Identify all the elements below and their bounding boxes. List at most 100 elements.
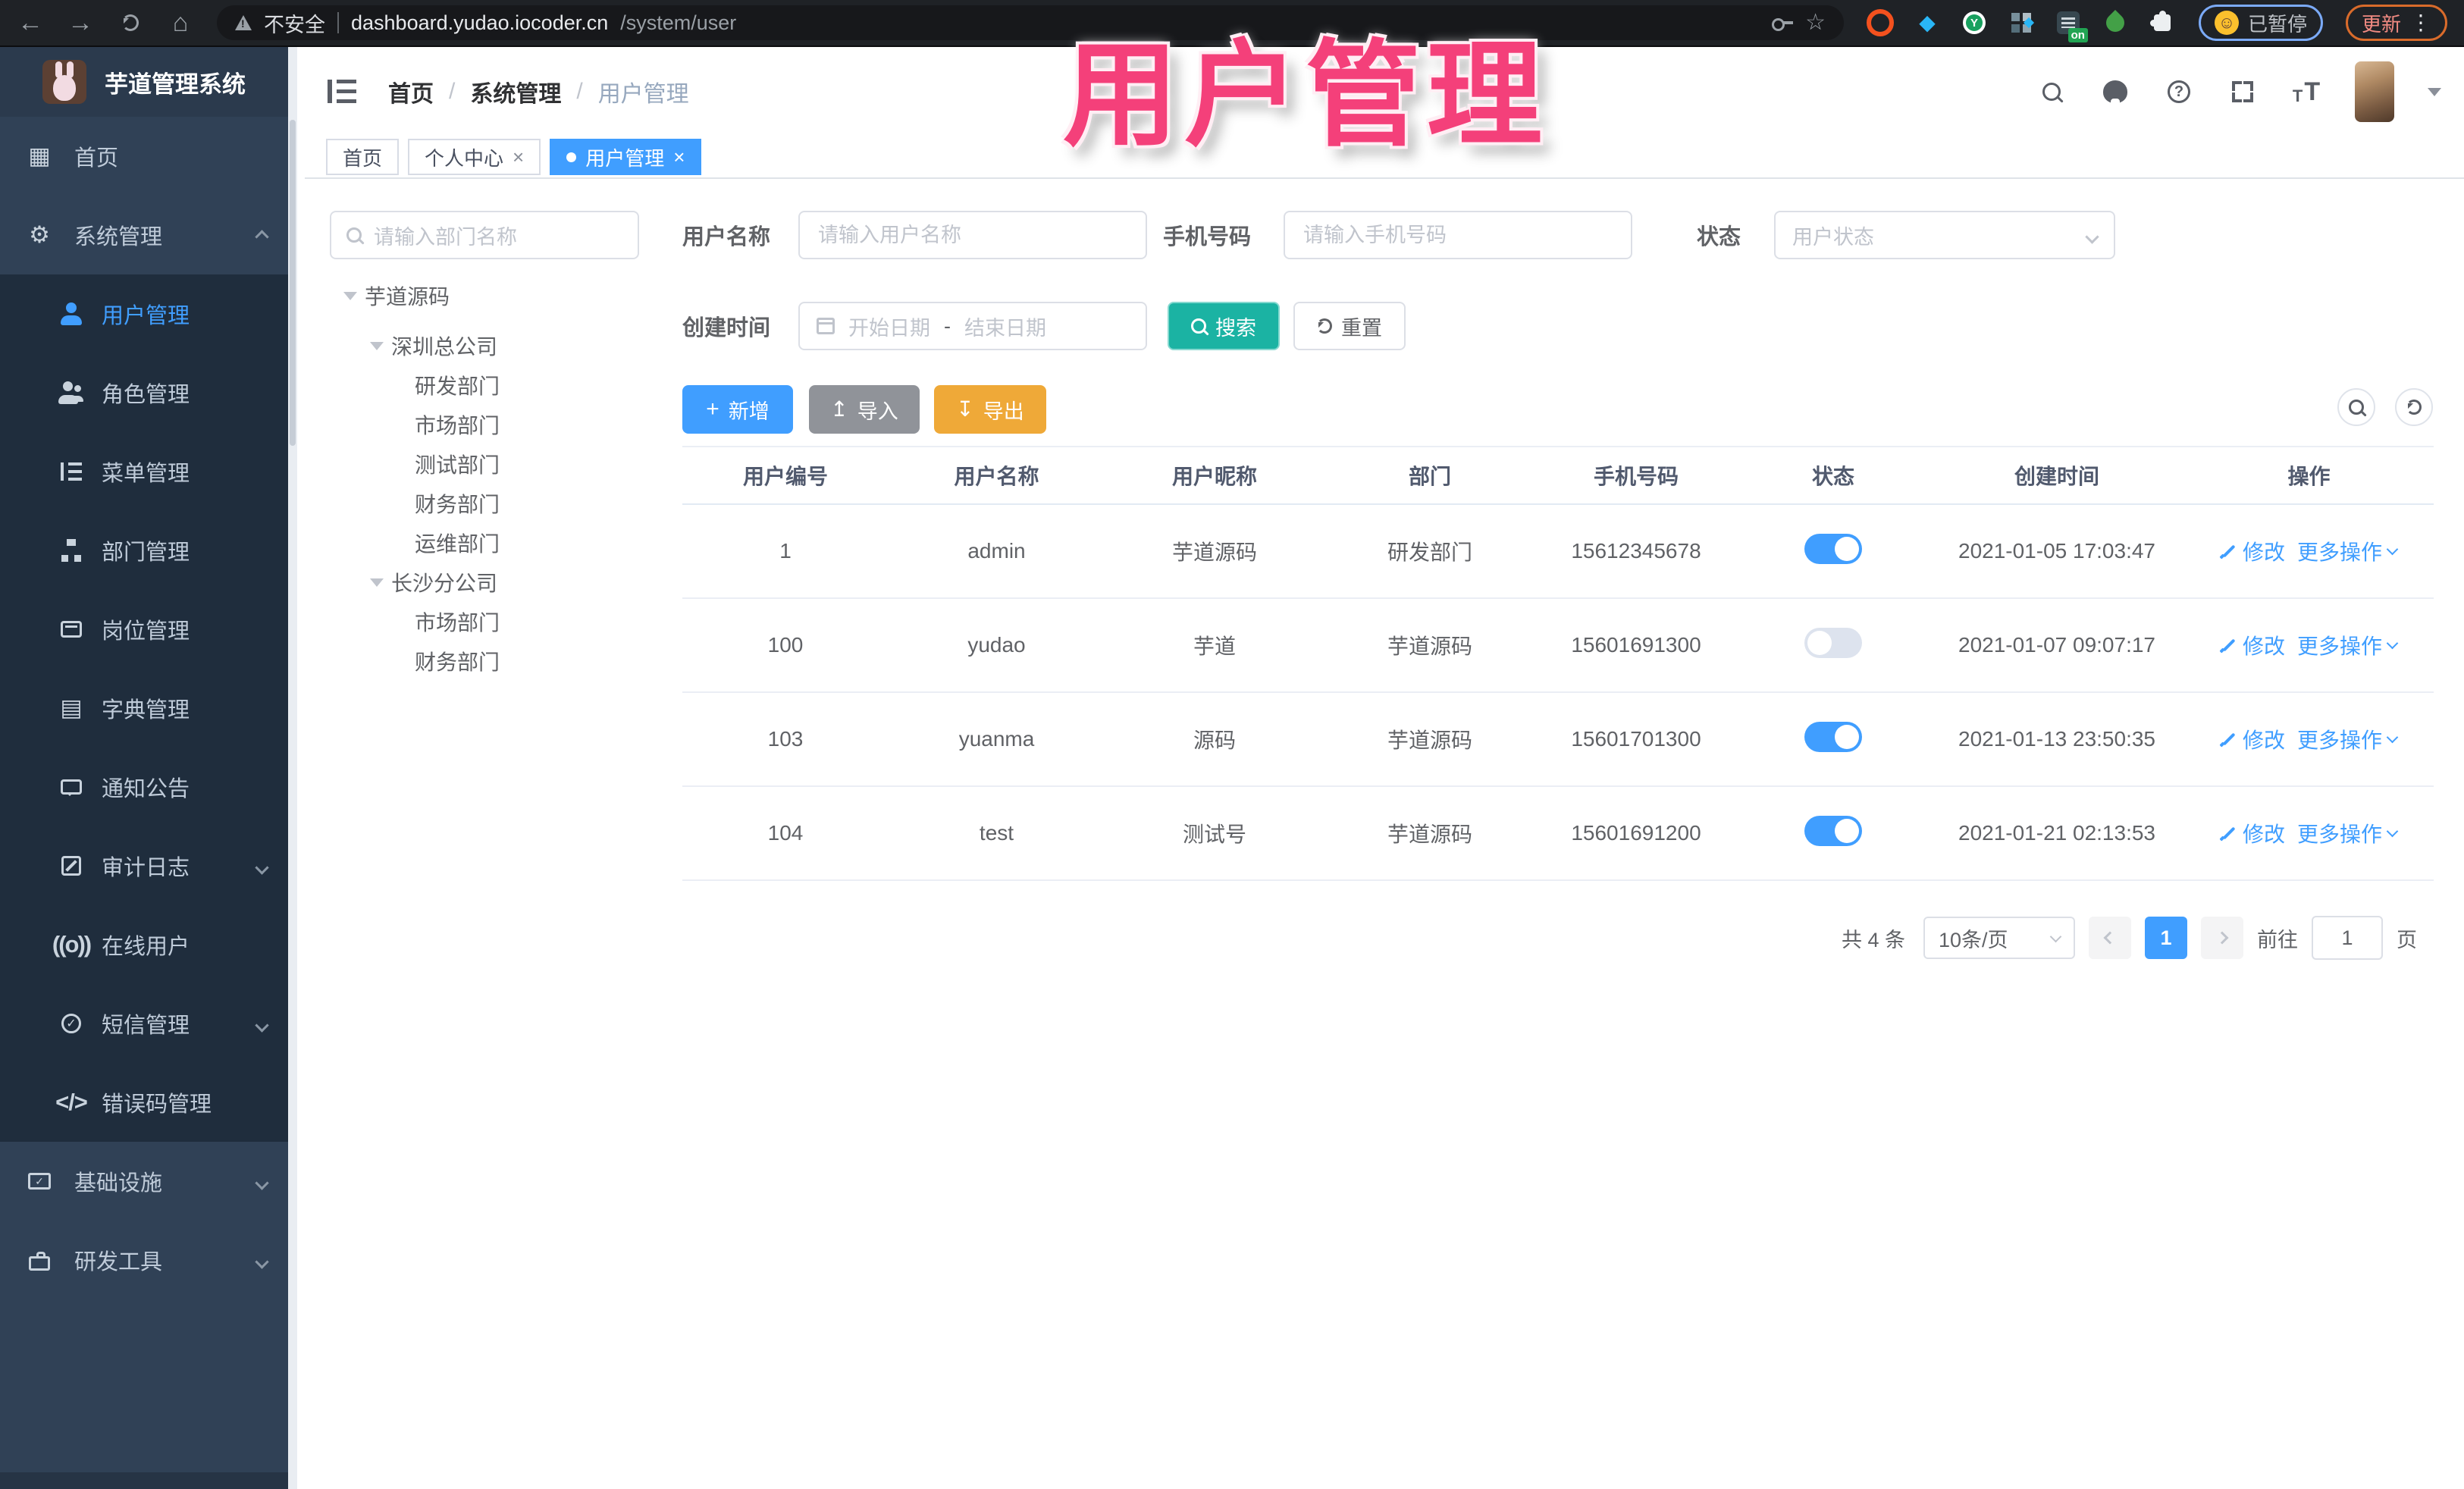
extension-green-circle-icon[interactable]: Y [1961,9,1988,36]
sidebar-item-system[interactable]: ⚙ 系统管理 [0,196,288,274]
dept-search-input[interactable]: 请输入部门名称 [330,211,639,259]
status-toggle[interactable] [1804,533,1862,564]
avatar-caret-icon[interactable] [2428,87,2441,96]
status-toggle[interactable] [1804,815,1862,846]
tree-caret-icon[interactable] [343,291,357,300]
sidebar-item-notice[interactable]: 通知公告 [0,748,288,826]
sidebar-item-dict-mgmt[interactable]: ▤ 字典管理 [0,669,288,748]
tree-caret-icon[interactable] [370,578,384,587]
sidebar-item-dev-tools[interactable]: 研发工具 [0,1221,288,1299]
reload-icon[interactable] [117,9,144,36]
more-actions-link[interactable]: 更多操作 [2297,818,2399,848]
fullscreen-icon[interactable] [2227,77,2258,107]
breadcrumb-system[interactable]: 系统管理 [470,75,561,108]
tree-node[interactable]: 测试部门 [330,444,648,484]
edit-link[interactable]: 修改 [2221,724,2285,754]
sidebar-collapse-bar[interactable] [0,1472,288,1489]
sidebar-item-role-mgmt[interactable]: 角色管理 [0,353,288,432]
kebab-menu-icon[interactable]: ⋮ [2410,12,2431,33]
browser-update-button[interactable]: 更新 ⋮ [2345,5,2447,41]
more-actions-link[interactable]: 更多操作 [2297,536,2399,566]
extension-list-icon[interactable]: on [2055,9,2088,42]
bookmark-star-icon[interactable]: ☆ [1805,11,1826,34]
sidebar-item-post-mgmt[interactable]: 岗位管理 [0,590,288,669]
back-icon[interactable]: ← [17,9,44,36]
tree-node[interactable]: 市场部门 [330,405,648,444]
status-toggle[interactable] [1804,627,1862,658]
sidebar-item-menu-mgmt[interactable]: 菜单管理 [0,432,288,511]
username-input[interactable] [798,211,1147,259]
pencil-icon [2221,544,2237,559]
reset-button[interactable]: 重置 [1293,302,1406,350]
import-button[interactable]: ↥ 导入 [809,385,920,434]
tree-node[interactable]: 财务部门 [330,484,648,523]
font-size-icon[interactable]: TT [2291,77,2321,107]
edit-link[interactable]: 修改 [2221,630,2285,660]
user-avatar[interactable] [2355,61,2394,122]
chevron-down-icon [2386,637,2399,649]
tree-node[interactable]: 长沙分公司 [330,563,648,602]
sidebar-item-user-mgmt[interactable]: 用户管理 [0,274,288,353]
status-toggle[interactable] [1804,721,1862,752]
tree-node[interactable]: 深圳总公司 [330,326,648,365]
profile-status-label: 已暂停 [2247,12,2307,36]
tree-node[interactable]: 市场部门 [330,602,648,641]
home-icon[interactable]: ⌂ [167,9,194,36]
tab-user-mgmt[interactable]: 用户管理 × [550,139,702,175]
extension-orange-ring-icon[interactable] [1866,9,1894,36]
help-icon[interactable]: ? [2164,77,2194,107]
username-label: 用户名称 [682,225,771,249]
sidebar-item-dept-mgmt[interactable]: 部门管理 [0,511,288,590]
search-icon[interactable] [2036,77,2067,107]
sidebar-item-online-users[interactable]: ((o)) 在线用户 [0,905,288,984]
extension-grid-icon[interactable] [2008,9,2035,36]
github-icon[interactable] [2100,77,2130,107]
sidebar-item-sms-mgmt[interactable]: ✓ 短信管理 [0,984,288,1063]
next-page-button[interactable] [2201,917,2243,959]
tree-node[interactable]: 研发部门 [330,365,648,405]
breadcrumb-home[interactable]: 首页 [388,75,434,108]
url-bar[interactable]: 不安全 dashboard.yudao.iocoder.cn /system/u… [217,5,1844,40]
more-actions-link[interactable]: 更多操作 [2297,630,2399,660]
chevron-down-icon [2049,930,2062,942]
browser-profile-chip[interactable]: ☺ 已暂停 [2198,5,2323,41]
add-button[interactable]: + 新增 [682,385,793,434]
tree-node[interactable]: 财务部门 [330,641,648,681]
search-button[interactable]: 搜索 [1168,302,1280,350]
date-range-input[interactable]: 开始日期 - 结束日期 [798,302,1147,350]
tree-node[interactable]: 运维部门 [330,523,648,563]
current-page-button[interactable]: 1 [2145,917,2187,959]
app-logo[interactable]: 芋道管理系统 [0,47,297,117]
tab-profile[interactable]: 个人中心 × [408,139,541,175]
tree-node-root[interactable]: 芋道源码 [330,276,648,315]
close-icon[interactable]: × [513,147,524,167]
extension-puzzle-icon[interactable] [2149,9,2176,36]
more-actions-link[interactable]: 更多操作 [2297,724,2399,754]
prev-page-button[interactable] [2089,917,2131,959]
page-size-select[interactable]: 10条/页 [1923,917,2075,959]
edit-link[interactable]: 修改 [2221,536,2285,566]
forward-icon[interactable]: → [67,9,94,36]
mobile-input[interactable] [1284,211,1632,259]
sidebar-item-audit-log[interactable]: 审计日志 [0,826,288,905]
export-button[interactable]: ↧ 导出 [934,385,1046,434]
table-row: 104 test 测试号 芋道源码 15601691200 2021-01-21… [682,787,2434,881]
edit-link[interactable]: 修改 [2221,818,2285,848]
search-icon [346,227,362,243]
sidebar-item-infrastructure[interactable]: ✓ 基础设施 [0,1142,288,1221]
tab-home[interactable]: 首页 [326,139,400,175]
table-refresh-button[interactable] [2395,388,2433,426]
status-select[interactable]: 用户状态 [1774,211,2115,259]
sidebar-scrollbar[interactable] [288,47,297,1489]
hamburger-icon[interactable] [328,80,358,104]
extension-leaf-icon[interactable] [2102,9,2129,36]
sidebar-item-error-code[interactable]: </> 错误码管理 [0,1063,288,1142]
goto-page-input[interactable] [2312,916,2383,960]
key-icon[interactable] [1772,17,1794,31]
sidebar-item-home[interactable]: ▦ 首页 [0,117,288,196]
close-icon[interactable]: × [673,147,685,167]
extension-blue-gem-icon[interactable]: ◆ [1914,9,1941,36]
tree-caret-icon[interactable] [370,341,384,350]
table-search-toggle-button[interactable] [2337,388,2375,426]
menu-list-icon [58,458,85,485]
